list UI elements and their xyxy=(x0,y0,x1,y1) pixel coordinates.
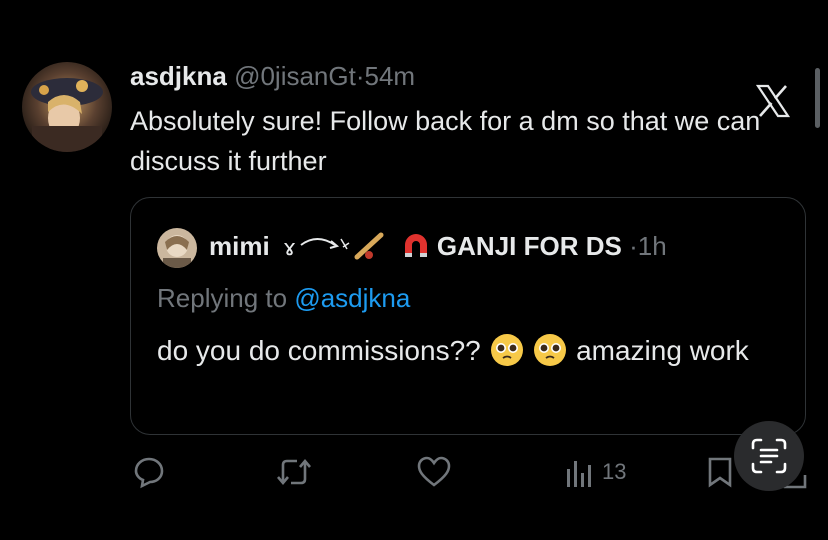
tweet-text: Absolutely sure! Follow back for a dm so… xyxy=(130,106,761,176)
bookmark-button[interactable] xyxy=(706,455,734,489)
author-avatar[interactable] xyxy=(22,62,112,152)
quoted-text-part1: do you do commissions?? xyxy=(157,335,481,366)
text-scan-icon xyxy=(751,438,787,474)
quoted-text-part2: amazing work xyxy=(576,335,749,366)
quoted-author-avatar[interactable] xyxy=(157,228,197,268)
quoted-time[interactable]: 1h xyxy=(638,231,667,261)
separator-dot: · xyxy=(629,231,638,261)
scrollbar[interactable] xyxy=(815,68,820,128)
separator-dot: · xyxy=(355,61,365,91)
replying-prefix: Replying to xyxy=(157,283,288,313)
quoted-author-name[interactable]: mimi xyxy=(209,231,270,261)
author-handle[interactable]: @0jisanGt xyxy=(234,61,356,91)
views-count: 13 xyxy=(602,459,627,484)
pleading-face-emoji xyxy=(489,332,525,368)
tweet-header: asdjkna @0jisanGt·54m xyxy=(130,60,415,92)
heart-icon xyxy=(417,456,451,487)
quoted-text: do you do commissions?? amazing work xyxy=(157,332,777,370)
reply-button[interactable] xyxy=(132,455,166,489)
text-scan-button[interactable] xyxy=(734,421,804,491)
retweet-button[interactable] xyxy=(275,455,313,489)
quoted-author-name-suffix[interactable]: GANJI FOR DS xyxy=(437,231,622,261)
svg-text:ɤ: ɤ xyxy=(283,236,296,261)
views-button[interactable]: 13 xyxy=(564,455,626,489)
author-name[interactable]: asdjkna xyxy=(130,61,227,91)
replying-mention[interactable]: @asdjkna xyxy=(294,283,410,313)
pleading-face-emoji xyxy=(532,332,568,368)
magnet-emoji xyxy=(401,231,431,268)
name-decoration-emojis: ɤ xyxy=(283,231,395,268)
quoted-header: mimi ɤ GANJI FOR DS ·1h xyxy=(209,230,667,268)
action-bar: 13 xyxy=(0,455,828,495)
views-chart-icon xyxy=(567,461,591,487)
retweet-icon xyxy=(277,458,311,486)
comment-icon xyxy=(134,457,164,489)
like-button[interactable] xyxy=(416,455,452,489)
tweet-time[interactable]: 54m xyxy=(365,61,416,91)
quoted-tweet[interactable]: mimi ɤ GANJI FOR DS ·1h Replying to @asd… xyxy=(130,197,806,435)
replying-to: Replying to @asdjkna xyxy=(157,283,410,314)
bookmark-icon xyxy=(708,457,732,488)
